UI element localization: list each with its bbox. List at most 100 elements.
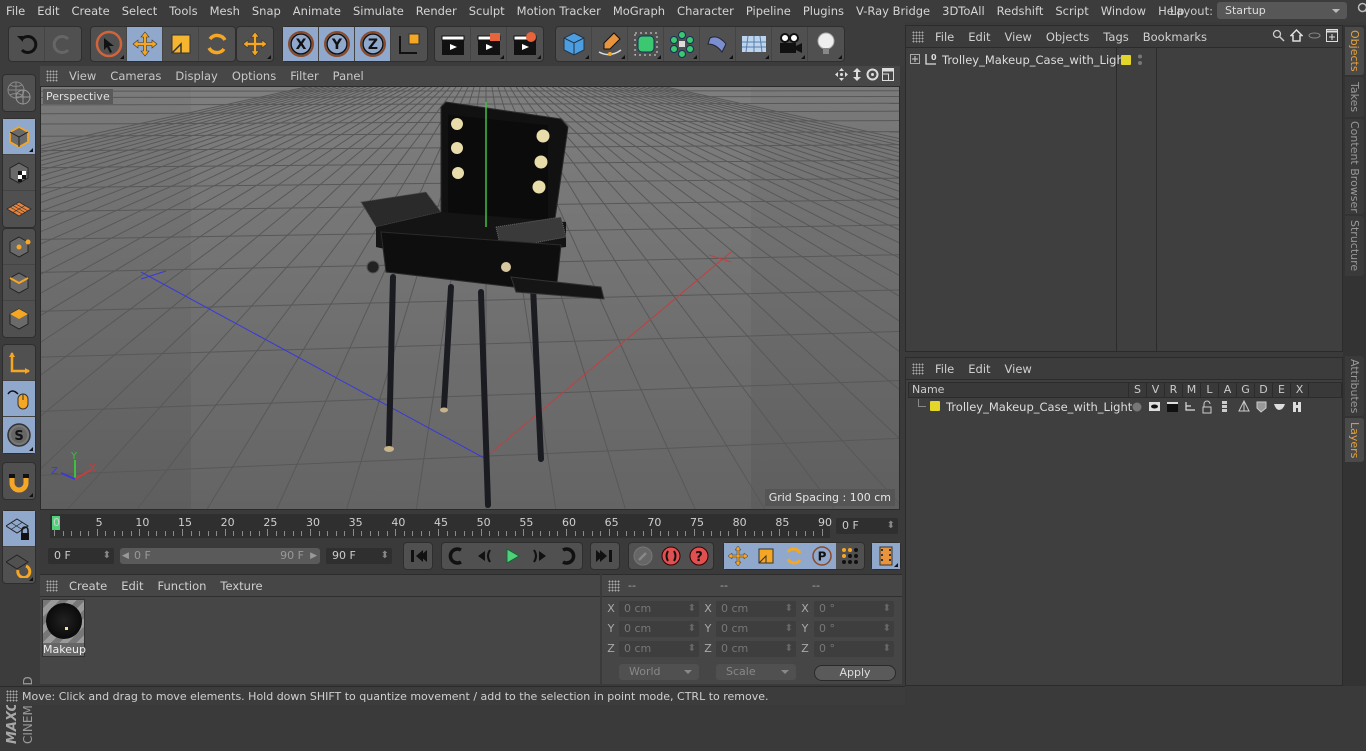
rotation-p-field[interactable]: 0 °	[814, 621, 894, 637]
layer-menu-edit[interactable]: Edit	[961, 362, 997, 376]
add-camera-button[interactable]	[772, 27, 808, 61]
material-menu-function[interactable]: Function	[151, 579, 214, 593]
render-picture-viewer-button[interactable]	[471, 27, 507, 61]
viewport-menu-panel[interactable]: Panel	[326, 69, 371, 83]
apply-button[interactable]: Apply	[814, 665, 896, 681]
rotation-h-field[interactable]: 0 °	[814, 601, 894, 617]
menu-character[interactable]: Character	[671, 4, 740, 18]
object-menu-bookmarks[interactable]: Bookmarks	[1136, 30, 1214, 44]
render-view-button[interactable]	[435, 27, 471, 61]
range-right-arrow-icon[interactable]: ▶	[310, 548, 317, 564]
menu-redshift[interactable]: Redshift	[991, 4, 1050, 18]
y-axis-button[interactable]: Y	[319, 27, 355, 61]
viewport-rotate-icon[interactable]	[866, 68, 879, 84]
record-button[interactable]	[657, 543, 685, 569]
menu-plugins[interactable]: Plugins	[797, 4, 850, 18]
layer-row[interactable]: Trolley_Makeup_Case_with_Light	[906, 398, 1342, 416]
column-animation[interactable]: A	[1219, 383, 1237, 397]
viewport-maximize-icon[interactable]	[882, 68, 894, 84]
animation-flag-icon[interactable]	[1222, 401, 1227, 412]
model-mode-button[interactable]	[3, 119, 35, 155]
menu-select[interactable]: Select	[116, 4, 163, 18]
axis-mode-button[interactable]	[3, 345, 35, 381]
xref-flag-icon[interactable]	[1293, 402, 1301, 412]
previous-frame-button[interactable]	[470, 543, 498, 569]
manager-flag-icon[interactable]	[1186, 402, 1195, 410]
visible-flag-icon[interactable]	[1149, 402, 1160, 411]
panel-grip-icon[interactable]	[608, 580, 620, 592]
texture-mode-button[interactable]	[3, 155, 35, 191]
menu-vray-bridge[interactable]: V-Ray Bridge	[850, 4, 936, 18]
menu-edit[interactable]: Edit	[31, 4, 65, 18]
layer-menu-view[interactable]: View	[998, 362, 1039, 376]
expand-icon[interactable]	[910, 54, 920, 67]
column-visible[interactable]: V	[1147, 383, 1165, 397]
deformer-flag-icon[interactable]	[1257, 402, 1266, 412]
recent-tool-button[interactable]	[237, 27, 273, 61]
render-settings-button[interactable]	[507, 27, 543, 61]
min-frame-field[interactable]: 0 F	[48, 548, 114, 564]
object-row[interactable]: 0 Trolley_Makeup_Case_with_Light	[906, 50, 1342, 70]
edges-mode-button[interactable]	[3, 265, 35, 301]
goto-end-button[interactable]	[591, 543, 619, 569]
scale-tool-button[interactable]	[163, 27, 199, 61]
points-mode-button[interactable]	[3, 229, 35, 265]
timeline-ruler[interactable]: 051015202530354045505560657075808590	[50, 514, 830, 538]
size-x-field[interactable]: 0 cm	[716, 601, 796, 617]
snap-button[interactable]	[3, 463, 35, 499]
menu-create[interactable]: Create	[66, 4, 116, 18]
new-window-icon[interactable]	[1326, 29, 1338, 45]
layer-menu-file[interactable]: File	[928, 362, 961, 376]
home-icon[interactable]	[1290, 29, 1303, 45]
coordinate-mode-dropdown[interactable]: World	[619, 664, 699, 680]
menu-window[interactable]: Window	[1095, 4, 1152, 18]
add-floor-button[interactable]	[736, 27, 772, 61]
workplane-mode-button[interactable]	[3, 191, 35, 227]
add-cloner-button[interactable]	[664, 27, 700, 61]
point-level-animation-button[interactable]	[836, 543, 864, 569]
x-axis-button[interactable]: X	[283, 27, 319, 61]
menu-snap[interactable]: Snap	[246, 4, 287, 18]
size-mode-dropdown[interactable]: Scale	[716, 664, 796, 680]
material-menu-edit[interactable]: Edit	[114, 579, 150, 593]
next-key-button[interactable]	[554, 543, 582, 569]
column-solo[interactable]: S	[1129, 383, 1147, 397]
position-y-field[interactable]: 0 cm	[619, 621, 699, 637]
rotate-tool-button[interactable]	[199, 27, 235, 61]
parameter-track-button[interactable]: P	[808, 543, 836, 569]
lock-workplane-button[interactable]	[3, 511, 35, 547]
menu-3dtoall[interactable]: 3DToAll	[936, 4, 991, 18]
autokey-button[interactable]: ?	[685, 543, 713, 569]
viewport-pan-icon[interactable]	[835, 68, 848, 84]
tab-layers[interactable]: Layers	[1345, 418, 1364, 462]
rotation-track-button[interactable]	[780, 543, 808, 569]
size-z-field[interactable]: 0 cm	[716, 641, 796, 657]
column-expressions[interactable]: E	[1273, 383, 1291, 397]
menu-animate[interactable]: Animate	[287, 4, 347, 18]
viewport-zoom-icon[interactable]	[851, 68, 863, 84]
solo-button[interactable]: S	[3, 417, 35, 453]
add-pen-button[interactable]	[592, 27, 628, 61]
tab-content-browser[interactable]: Content Browser	[1345, 119, 1364, 214]
size-y-field[interactable]: 0 cm	[716, 621, 796, 637]
object-menu-file[interactable]: File	[928, 30, 961, 44]
coordinate-system-button[interactable]	[391, 27, 427, 61]
viewport-menu-cameras[interactable]: Cameras	[103, 69, 168, 83]
add-light-button[interactable]	[808, 27, 844, 61]
visibility-dots-icon[interactable]	[1137, 53, 1143, 70]
workplane-align-button[interactable]	[3, 547, 35, 583]
scale-track-button[interactable]	[752, 543, 780, 569]
play-button[interactable]	[498, 543, 526, 569]
panel-grip-icon[interactable]	[46, 580, 58, 592]
tab-structure[interactable]: Structure	[1345, 216, 1364, 276]
object-name[interactable]: Trolley_Makeup_Case_with_Light	[942, 53, 1128, 67]
lock-flag-icon[interactable]	[1203, 401, 1211, 413]
frame-range-slider[interactable]: ◀ 0 F 90 F ▶	[120, 548, 320, 564]
timeline-window-button[interactable]	[872, 543, 900, 569]
z-axis-button[interactable]: Z	[355, 27, 391, 61]
position-z-field[interactable]: 0 cm	[619, 641, 699, 657]
viewport-menu-filter[interactable]: Filter	[283, 69, 325, 83]
object-menu-tags[interactable]: Tags	[1096, 30, 1135, 44]
menu-mograph[interactable]: MoGraph	[607, 4, 671, 18]
tab-takes[interactable]: Takes	[1345, 77, 1364, 117]
